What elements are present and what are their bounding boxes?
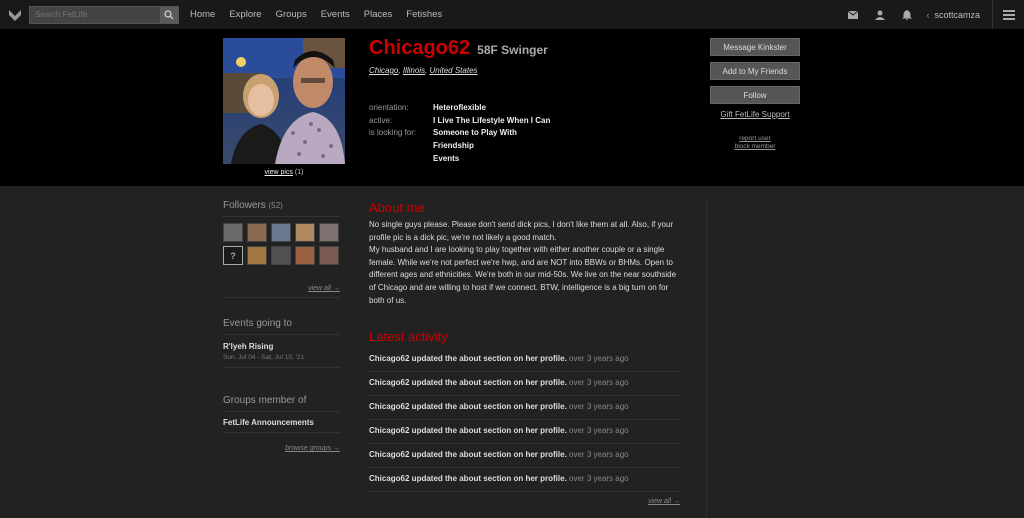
user-caret: ‹ <box>926 9 930 20</box>
activity-time: over 3 years ago <box>569 426 629 436</box>
follower-thumb[interactable]: ? <box>223 246 243 265</box>
profile-meta: 58F Swinger <box>477 43 548 57</box>
event-name[interactable]: R'lyeh Rising <box>223 342 340 351</box>
orientation-label: orientation: <box>369 103 409 112</box>
nav-places[interactable]: Places <box>364 9 393 20</box>
location-country[interactable]: United States <box>430 66 478 75</box>
follower-thumb[interactable] <box>319 246 339 265</box>
block-member-link[interactable]: block member <box>710 143 800 150</box>
looking-label: is looking for: <box>369 128 417 138</box>
activity-text[interactable]: Chicago62 updated the about section on h… <box>369 378 567 387</box>
message-kinkster-button[interactable]: Message Kinkster <box>710 38 800 56</box>
view-pics-link[interactable]: view pics <box>265 169 293 176</box>
activity-text[interactable]: Chicago62 updated the about section on h… <box>369 402 567 411</box>
follower-thumb[interactable] <box>247 246 267 265</box>
looking-value-3: Events <box>433 153 460 163</box>
nav-explore[interactable]: Explore <box>229 9 261 20</box>
active-label: active: <box>369 115 393 125</box>
follower-thumb[interactable] <box>319 223 339 242</box>
events-heading: Events going to <box>223 318 340 335</box>
looking-value-2: Friendship <box>433 141 474 151</box>
follower-thumb[interactable] <box>271 223 291 242</box>
nav-groups[interactable]: Groups <box>276 9 307 20</box>
follower-thumb[interactable] <box>271 246 291 265</box>
search-input[interactable] <box>30 10 160 19</box>
user-icon[interactable] <box>875 10 886 20</box>
activity-time: over 3 years ago <box>569 354 629 364</box>
orientation-value: Heteroflexible <box>433 103 486 112</box>
view-pics: view pics (1) <box>223 169 345 176</box>
activity-title: Latest activity <box>369 329 448 345</box>
activity-item: Chicago62 updated the about section on h… <box>369 348 680 373</box>
report-user-link[interactable]: report user <box>710 135 800 142</box>
pic-count: (1) <box>294 169 304 176</box>
profile-location: Chicago, Illinois, United States <box>369 66 478 75</box>
follower-thumb[interactable] <box>247 223 267 242</box>
activity-item: Chicago62 updated the about section on h… <box>369 372 680 397</box>
username: scottcamza <box>934 9 980 20</box>
main-content: About me No single guys please. Please d… <box>369 200 680 505</box>
fetlife-logo-icon[interactable] <box>8 8 22 22</box>
bell-icon[interactable] <box>902 9 913 20</box>
about-text: No single guys please. Please don't send… <box>369 220 677 305</box>
follower-thumb[interactable] <box>295 246 315 265</box>
event-date: Sun, Jul 04 - Sat, Jul 10, '21 <box>223 354 340 368</box>
profile-header: view pics (1) Chicago62 58F Swinger Chic… <box>0 29 1024 186</box>
top-nav: Home Explore Groups Events Places Fetish… <box>0 0 1024 29</box>
follow-button[interactable]: Follow <box>710 86 800 104</box>
nav-events[interactable]: Events <box>321 9 350 20</box>
activity-time: over 3 years ago <box>569 378 629 388</box>
activity-view-all[interactable]: view all → <box>369 498 680 505</box>
activity-item: Chicago62 updated the about section on h… <box>369 396 680 421</box>
activity-time: over 3 years ago <box>569 402 629 412</box>
main-nav-links: Home Explore Groups Events Places Fetish… <box>190 9 456 20</box>
groups-heading: Groups member of <box>223 395 340 412</box>
group-name[interactable]: FetLife Announcements <box>223 412 340 433</box>
followers-heading: Followers (52) <box>223 200 340 217</box>
column-divider <box>706 200 707 518</box>
nav-fetishes[interactable]: Fetishes <box>406 9 442 20</box>
profile-photo[interactable] <box>223 38 345 164</box>
followers-view-all[interactable]: view all → <box>223 285 340 298</box>
location-city[interactable]: Chicago <box>369 66 398 75</box>
followers-count: (52) <box>268 201 283 210</box>
mail-icon[interactable] <box>848 10 859 20</box>
profile-name-line: Chicago62 58F Swinger <box>369 37 548 60</box>
activity-text[interactable]: Chicago62 updated the about section on h… <box>369 354 567 363</box>
looking-value-1: Someone to Play With <box>433 128 517 138</box>
followers-title: Followers <box>223 200 266 211</box>
search-icon[interactable] <box>160 6 178 23</box>
activity-time: over 3 years ago <box>569 474 629 484</box>
profile-nickname: Chicago62 <box>369 37 471 59</box>
nav-divider <box>992 0 993 29</box>
activity-item: Chicago62 updated the about section on h… <box>369 444 680 469</box>
browse-groups-link[interactable]: browse groups → <box>223 445 340 452</box>
activity-time: over 3 years ago <box>569 450 629 460</box>
activity-text[interactable]: Chicago62 updated the about section on h… <box>369 426 567 435</box>
activity-text[interactable]: Chicago62 updated the about section on h… <box>369 450 567 459</box>
activity-item: Chicago62 updated the about section on h… <box>369 468 680 493</box>
about-title: About me <box>369 200 425 215</box>
profile-details: orientation: Heteroflexible active: I Live… <box>369 102 550 166</box>
nav-home[interactable]: Home <box>190 9 215 20</box>
sidebar: Followers (52) ? view all → Events going… <box>223 200 340 452</box>
gift-support-link[interactable]: Gift FetLife Support <box>710 110 800 119</box>
active-value: I Live The Lifestyle When I Can <box>433 115 551 125</box>
activity-item: Chicago62 updated the about section on h… <box>369 420 680 445</box>
location-state[interactable]: Illinois <box>403 66 425 75</box>
user-menu[interactable]: ‹ scottcamza <box>926 10 980 20</box>
hamburger-menu-icon[interactable] <box>1003 9 1015 20</box>
activity-text[interactable]: Chicago62 updated the about section on h… <box>369 474 567 483</box>
activity-list: Chicago62 updated the about section on h… <box>369 348 680 493</box>
profile-actions: Message Kinkster Add to My Friends Follo… <box>710 38 800 150</box>
followers-grid: ? <box>223 223 340 265</box>
search-box <box>29 5 179 24</box>
nav-right: ‹ scottcamza <box>831 0 1024 29</box>
follower-thumb[interactable] <box>295 223 315 242</box>
follower-thumb[interactable] <box>223 223 243 242</box>
add-friend-button[interactable]: Add to My Friends <box>710 62 800 80</box>
